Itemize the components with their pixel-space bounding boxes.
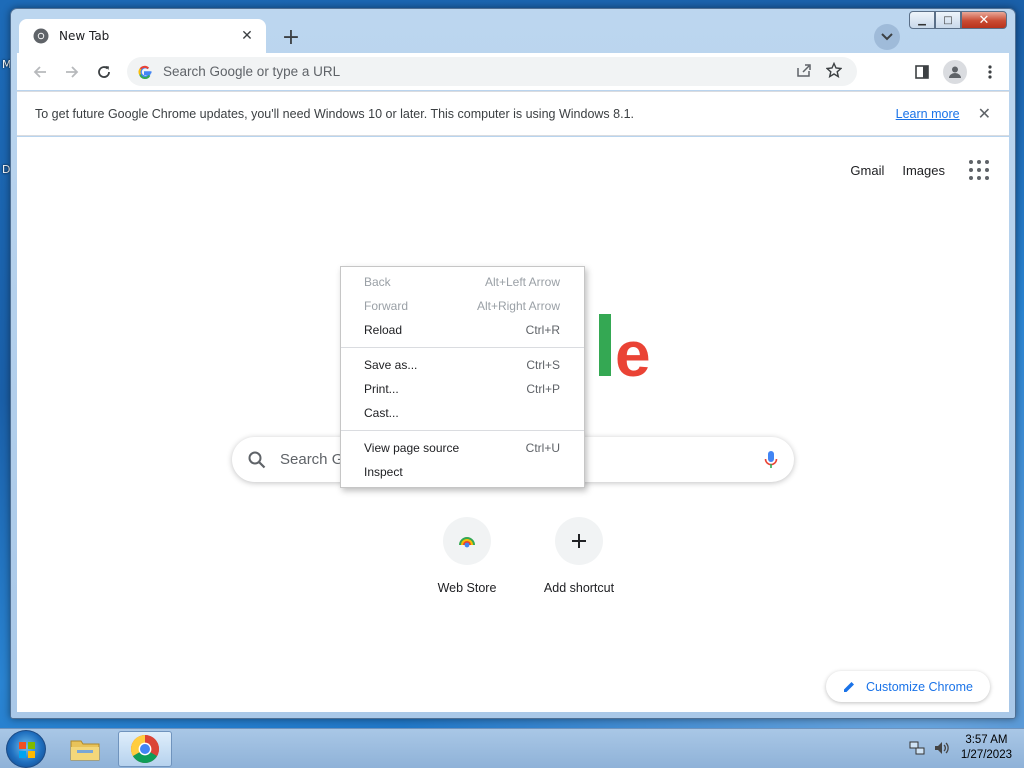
tab-new-tab[interactable]: New Tab ✕ (19, 19, 266, 53)
clock-time: 3:57 AM (965, 734, 1008, 746)
web-store-icon (459, 537, 475, 548)
menu-item-shortcut: Alt+Left Arrow (484, 275, 560, 289)
menu-item-forward[interactable]: Forward Alt+Right Arrow (341, 294, 584, 318)
side-panel-icon (915, 65, 929, 79)
shortcut-tile-add[interactable]: Add shortcut (523, 517, 635, 595)
context-menu: Back Alt+Left Arrow Forward Alt+Right Arro… (340, 266, 585, 488)
taskbar-chrome[interactable] (118, 731, 172, 767)
volume-icon[interactable] (933, 740, 951, 756)
search-icon (248, 451, 266, 468)
update-infobar: To get future Google Chrome updates, you… (17, 91, 1009, 136)
menu-item-label: Save as... (364, 358, 418, 372)
system-tray: 3:57 AM 1/27/2023 (909, 733, 1012, 763)
menu-item-label: Print... (364, 382, 399, 396)
menu-item-label: Inspect (364, 465, 403, 479)
customize-chrome-button[interactable]: Customize Chrome (826, 671, 990, 702)
microphone-icon[interactable] (764, 450, 778, 470)
menu-item-label: View page source (364, 441, 460, 455)
menu-item-label: Back (364, 275, 391, 289)
pencil-icon (844, 681, 854, 692)
menu-item-label: Forward (364, 299, 409, 313)
side-panel-button[interactable] (907, 57, 937, 87)
forward-button[interactable] (57, 57, 87, 87)
learn-more-link[interactable]: Learn more (896, 107, 960, 121)
infobar-close-icon[interactable]: ✕ (978, 104, 991, 123)
clock[interactable]: 3:57 AM 1/27/2023 (961, 733, 1012, 763)
tab-title: New Tab (59, 29, 110, 43)
address-input[interactable]: Search Google or type a URL (163, 64, 789, 79)
menu-item-print[interactable]: Print... Ctrl+P (341, 377, 584, 401)
arrow-left-icon (33, 65, 46, 78)
menu-item-label: Reload (364, 323, 403, 337)
chrome-favicon-icon (33, 28, 49, 44)
tab-close-icon[interactable]: ✕ (238, 28, 256, 44)
arrow-right-icon (66, 65, 79, 78)
menu-item-inspect[interactable]: Inspect (341, 460, 584, 484)
web-store-tile-icon-bg (443, 517, 491, 565)
plus-icon (572, 534, 586, 548)
person-icon (949, 66, 961, 78)
add-shortcut-tile-icon-bg (555, 517, 603, 565)
profile-button[interactable] (943, 60, 967, 84)
menu-item-cast[interactable]: Cast... (341, 401, 584, 425)
menu-item-shortcut: Ctrl+U (525, 441, 560, 455)
menu-item-shortcut: Alt+Right Arrow (476, 299, 560, 313)
menu-item-shortcut: Ctrl+R (525, 323, 560, 337)
customize-label: Customize Chrome (866, 679, 973, 694)
new-tab-button[interactable]: + (277, 23, 305, 51)
menu-separator (341, 430, 584, 431)
toolbar-right (905, 57, 1005, 87)
shortcut-tile-web-store[interactable]: Web Store (411, 517, 523, 595)
ntp-header-links: Gmail Images (850, 160, 989, 180)
more-vert-icon (988, 65, 992, 79)
folder-icon (70, 740, 100, 761)
address-bar[interactable]: Search Google or type a URL (127, 57, 857, 86)
tab-search-button[interactable] (874, 24, 900, 50)
gmail-link[interactable]: Gmail (850, 163, 884, 178)
apps-grid-icon[interactable] (969, 160, 989, 180)
reload-button[interactable] (89, 57, 119, 87)
infobar-message: To get future Google Chrome updates, you… (35, 106, 634, 121)
menu-item-back[interactable]: Back Alt+Left Arrow (341, 270, 584, 294)
start-button[interactable] (6, 730, 46, 768)
menu-item-view-source[interactable]: View page source Ctrl+U (341, 436, 584, 460)
taskbar: 3:57 AM 1/27/2023 (0, 728, 1024, 768)
network-icon[interactable] (909, 740, 925, 756)
star-icon (825, 61, 843, 78)
toolbar: Search Google or type a URL (17, 53, 1009, 90)
taskbar-explorer[interactable] (58, 731, 112, 767)
shortcut-label: Add shortcut (543, 581, 615, 595)
shortcut-label: Web Store (437, 581, 497, 595)
share-icon (797, 63, 811, 77)
clock-date: 1/27/2023 (960, 749, 1012, 761)
menu-item-reload[interactable]: Reload Ctrl+R (341, 318, 584, 342)
reload-icon (98, 65, 110, 78)
menu-separator (341, 347, 584, 348)
menu-item-label: Cast... (364, 406, 399, 420)
menu-item-shortcut: Ctrl+S (526, 358, 560, 372)
tab-strip: New Tab ✕ + (17, 19, 1009, 53)
back-button[interactable] (25, 57, 55, 87)
menu-item-save-as[interactable]: Save as... Ctrl+S (341, 353, 584, 377)
chrome-icon (131, 735, 159, 763)
menu-button[interactable] (975, 57, 1005, 87)
logo-letter-e: e (615, 318, 651, 390)
menu-item-shortcut: Ctrl+P (526, 382, 560, 396)
windows-logo-icon (19, 742, 35, 758)
google-g-icon (138, 65, 152, 79)
images-link[interactable]: Images (902, 163, 945, 178)
share-button[interactable] (789, 62, 819, 82)
chevron-down-icon (881, 33, 893, 41)
logo-letter-l (599, 314, 611, 376)
bookmark-star-button[interactable] (819, 61, 849, 82)
